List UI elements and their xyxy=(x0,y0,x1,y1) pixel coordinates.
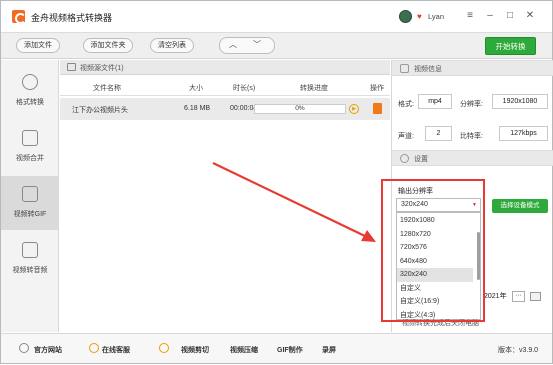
footer-video-cut[interactable]: 视频剪切 xyxy=(181,345,209,355)
annotation-arrow xyxy=(212,162,376,242)
footer-official-site[interactable]: 官方网站 xyxy=(34,345,62,355)
footer-gif-make[interactable]: GIF制作 xyxy=(277,345,303,355)
footer-screen-record[interactable]: 录屏 xyxy=(322,345,336,355)
arrow-shaft xyxy=(212,162,368,238)
footer-online-support[interactable]: 在线客服 xyxy=(102,345,130,355)
home-icon xyxy=(19,343,29,353)
support-icon xyxy=(89,343,99,353)
footer-video-compress[interactable]: 视频压缩 xyxy=(230,345,258,355)
footer-bar: 官方网站 在线客服 视频剪切 视频压缩 GIF制作 录屏 版本：v3.9.0 xyxy=(1,333,552,363)
app-window: 金舟视频格式转换器 ♥ Lyan ≡ – □ ✕ 添加文件 添加文件夹 清空列表… xyxy=(0,0,553,364)
version-label: 版本：v3.9.0 xyxy=(498,347,539,354)
scissors-icon xyxy=(159,343,169,353)
